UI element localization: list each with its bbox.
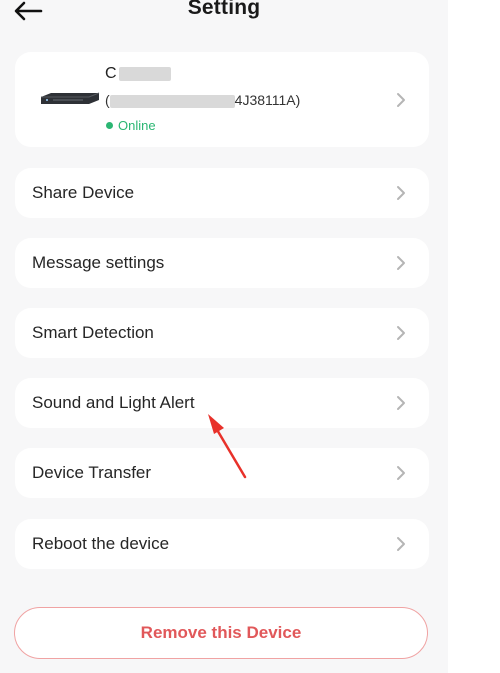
status-dot xyxy=(106,122,113,129)
device-serial: (4J38111A) xyxy=(105,92,300,108)
page-title: Setting xyxy=(187,0,261,19)
menu-item-label: Sound and Light Alert xyxy=(32,393,195,412)
menu-item-share-device[interactable]: Share Device xyxy=(15,168,429,218)
header: Setting xyxy=(0,0,448,30)
menu-item-label: Reboot the device xyxy=(32,534,170,553)
chevron-right-icon xyxy=(397,256,405,270)
chevron-right-icon xyxy=(397,93,405,107)
chevron-right-icon xyxy=(397,326,405,340)
menu-item-label: Message settings xyxy=(32,253,165,272)
menu-item-sound-and-light-alert[interactable]: Sound and Light Alert xyxy=(15,378,429,428)
remove-device-button[interactable]: Remove this Device xyxy=(14,607,428,659)
chevron-right-icon xyxy=(397,466,405,480)
menu-item-reboot-device[interactable]: Reboot the device xyxy=(15,519,429,569)
chevron-right-icon xyxy=(397,396,405,410)
device-name: C xyxy=(105,65,171,83)
menu-item-label: Smart Detection xyxy=(32,323,154,342)
menu-item-label: Share Device xyxy=(32,183,135,202)
menu-item-label: Device Transfer xyxy=(32,463,152,482)
chevron-right-icon xyxy=(397,186,405,200)
serial-prefix: ( xyxy=(105,92,110,108)
serial-suffix: 4J38111A) xyxy=(234,92,301,108)
device-thumbnail xyxy=(41,92,100,104)
menu-item-smart-detection[interactable]: Smart Detection xyxy=(15,308,429,358)
redacted-serial xyxy=(109,94,235,108)
menu-item-device-transfer[interactable]: Device Transfer xyxy=(15,448,429,498)
menu-item-message-settings[interactable]: Message settings xyxy=(15,238,429,288)
device-card[interactable]: C (4J38111A) Online xyxy=(15,52,429,147)
settings-screen: Setting C (4J38111A) Online Share Device… xyxy=(0,0,448,673)
device-name-text: C xyxy=(105,65,117,82)
redacted-name xyxy=(118,66,171,81)
chevron-right-icon xyxy=(397,537,405,551)
status-text: Online xyxy=(118,118,156,133)
status-badge: Online xyxy=(106,118,156,133)
